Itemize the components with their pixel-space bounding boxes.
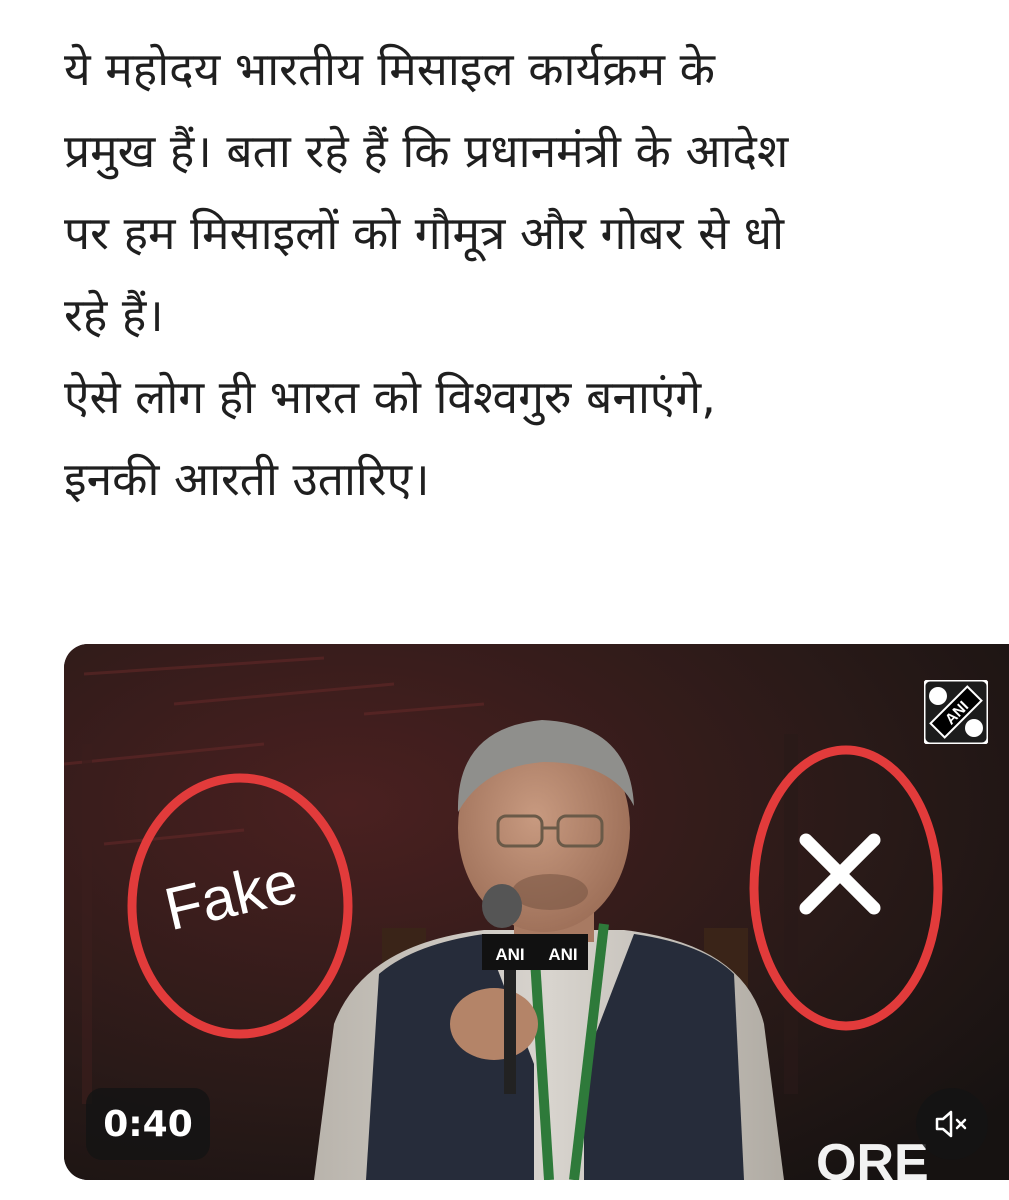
tweet-text-line: पर हम मिसाइलों को गौमूत्र और गोबर से धो xyxy=(64,206,784,260)
speaker-muted-icon xyxy=(935,1110,967,1138)
tweet-text-line: इनकी आरती उतारिए। xyxy=(64,452,430,506)
tweet-text: ये महोदय भारतीय मिसाइल कार्यक्रम के प्रम… xyxy=(64,28,1004,520)
video-player[interactable]: ANI ANI ORE Fake ANI 0:40 xyxy=(64,644,1009,1180)
video-duration-badge: 0:40 xyxy=(86,1088,210,1160)
mic-flag-label: ANI xyxy=(548,945,577,964)
tweet-text-line: रहे हैं। xyxy=(64,288,164,342)
ani-logo-icon: ANI xyxy=(924,680,988,744)
mute-button[interactable] xyxy=(916,1088,988,1160)
tweet-text-line: ऐसे लोग ही भारत को विश्वगुरु बनाएंगे, xyxy=(64,370,716,424)
tweet-text-line: ये महोदय भारतीय मिसाइल कार्यक्रम के xyxy=(64,42,715,96)
backdrop-letters: ORE xyxy=(816,1134,929,1180)
tweet-text-line: प्रमुख हैं। बता रहे हैं कि प्रधानमंत्री … xyxy=(64,124,789,178)
mic-flag-label: ANI xyxy=(495,945,524,964)
